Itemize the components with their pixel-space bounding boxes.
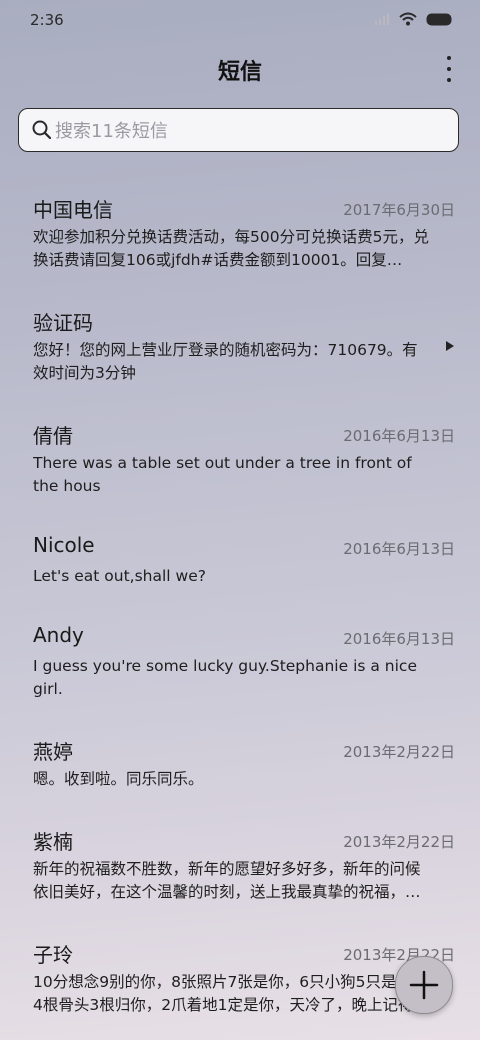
search-placeholder: 搜索11条短信	[55, 121, 168, 142]
message-date: 2017年6月30日	[343, 201, 455, 219]
plus-icon	[409, 970, 439, 1000]
contact-name: Nicole	[33, 533, 95, 557]
more-vertical-icon	[447, 56, 451, 60]
contact-name: 子玲	[33, 943, 73, 967]
wifi-icon	[399, 12, 417, 26]
conversation-item[interactable]: 验证码 您好！您的网上营业厅登录的随机密码为：710679。有效时间为3分钟	[0, 293, 480, 403]
message-preview: 您好！您的网上营业厅登录的随机密码为：710679。有效时间为3分钟	[33, 341, 418, 382]
header: 短信	[0, 48, 480, 92]
contact-name: Andy	[33, 623, 84, 647]
message-date: 2016年6月13日	[343, 540, 455, 558]
status-time: 2:36	[30, 11, 64, 29]
status-bar: 2:36	[0, 0, 480, 40]
signal-icon	[375, 13, 389, 25]
message-preview: 嗯。收到啦。同乐同乐。	[33, 770, 204, 788]
status-icons	[374, 12, 454, 26]
search-icon	[32, 120, 52, 140]
more-options-button[interactable]	[442, 56, 456, 82]
contact-name: 倩倩	[33, 424, 73, 448]
conversation-item[interactable]: Andy 2016年6月13日 I guess you're some luck…	[0, 609, 480, 719]
contact-name: 燕婷	[33, 740, 73, 764]
search-input[interactable]: 搜索11条短信	[18, 108, 459, 152]
message-preview: 10分想念9别的你，8张照片7张是你，6只小狗5只是你，4根骨头3根归你，2爪着…	[33, 973, 429, 1014]
conversation-item[interactable]: 紫楠 2013年2月22日 新年的祝福数不胜数，新年的愿望好多好多，新年的问候依…	[0, 812, 480, 922]
contact-name: 紫楠	[33, 830, 73, 854]
conversation-item[interactable]: 倩倩 2016年6月13日 There was a table set out …	[0, 406, 480, 516]
new-message-button[interactable]	[395, 956, 453, 1014]
message-date: 2016年6月13日	[343, 427, 455, 445]
message-preview: I guess you're some lucky guy.Stephanie …	[33, 657, 417, 698]
send-status-icon	[446, 341, 454, 351]
contact-name: 验证码	[33, 311, 93, 335]
message-date: 2016年6月13日	[343, 630, 455, 648]
message-date: 2013年2月22日	[343, 833, 455, 851]
message-preview: 新年的祝福数不胜数，新年的愿望好多好多，新年的问候依旧美好，在这个温馨的时刻，送…	[33, 860, 421, 901]
conversation-item[interactable]: 中国电信 2017年6月30日 欢迎参加积分兑换话费活动，每500分可兑换话费5…	[0, 180, 480, 290]
message-date: 2013年2月22日	[343, 743, 455, 761]
message-preview: 欢迎参加积分兑换话费活动，每500分可兑换话费5元，兑换话费请回复106或jfd…	[33, 228, 429, 269]
page-title: 短信	[217, 60, 262, 85]
message-preview: Let's eat out,shall we?	[33, 567, 206, 585]
battery-icon	[426, 13, 452, 25]
message-preview: There was a table set out under a tree i…	[33, 454, 412, 495]
contact-name: 中国电信	[33, 198, 113, 222]
